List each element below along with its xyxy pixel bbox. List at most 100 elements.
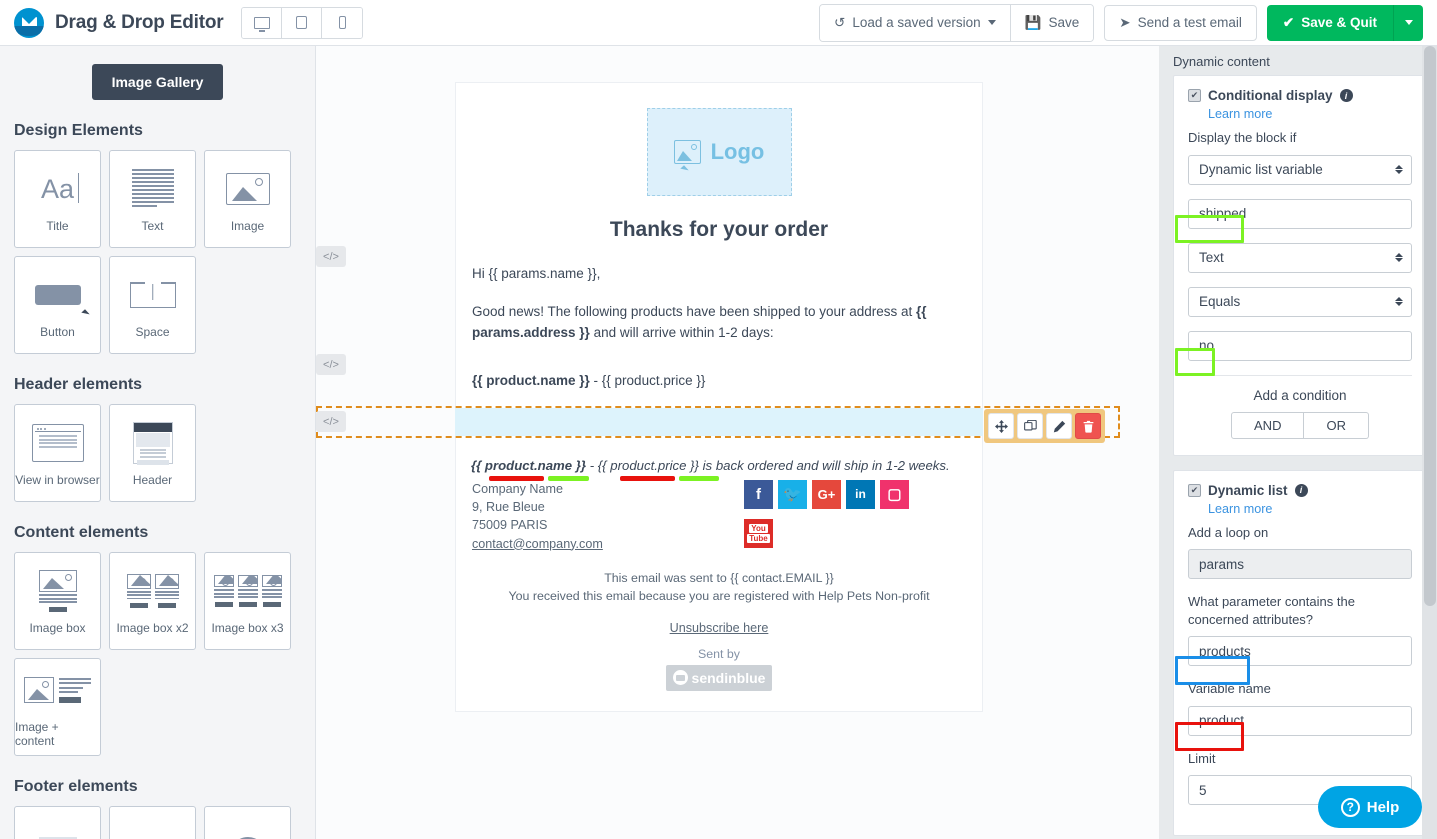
instagram-icon[interactable]: ▢: [880, 479, 909, 509]
conditional-display-row[interactable]: ✔ Conditional display i: [1188, 88, 1412, 103]
dynamic-product-name: {{ product.name }}: [471, 458, 587, 473]
parameter-input[interactable]: products: [1188, 636, 1412, 667]
logo-block[interactable]: Logo: [456, 83, 982, 214]
limit-label: Limit: [1188, 750, 1216, 766]
mobile-icon: [338, 16, 346, 29]
sendinblue-mark-icon: [672, 670, 688, 686]
email-canvas[interactable]: Logo Thanks for your order Hi {{ params.…: [316, 46, 1159, 839]
element-card-view-in-browser[interactable]: View in browser: [14, 404, 101, 502]
element-card-image-plus-content[interactable]: Image + content: [14, 658, 101, 756]
brand: Drag & Drop Editor: [14, 7, 224, 38]
element-card-copyright[interactable]: C: [204, 806, 291, 839]
footer-image-icon: [38, 831, 77, 839]
element-card-image-box-x2[interactable]: Image box x2: [109, 552, 196, 650]
right-panel-scroll-thumb[interactable]: [1424, 46, 1436, 606]
value-type-select[interactable]: Text: [1188, 242, 1412, 273]
email-intro-text-2: and will arrive within 1-2 days:: [589, 324, 774, 340]
element-label: Text: [141, 219, 164, 233]
variable-type-select[interactable]: Dynamic list variable: [1188, 154, 1412, 185]
element-card-text[interactable]: Text: [109, 150, 196, 248]
element-card-image-box-x3[interactable]: Image box x3: [204, 552, 291, 650]
linkedin-icon[interactable]: in: [846, 479, 875, 509]
edit-block-button[interactable]: [1046, 413, 1072, 439]
tablet-preview-button[interactable]: [282, 7, 323, 38]
email-heading[interactable]: Thanks for your order: [456, 214, 982, 264]
check-icon: ✔: [1282, 14, 1295, 30]
element-label: Image box: [29, 621, 86, 635]
dynamic-block-text[interactable]: {{ product.name }} - {{ product.price }}…: [471, 458, 950, 473]
elements-sidebar[interactable]: Image Gallery Design Elements Aa Title T…: [0, 46, 316, 839]
email-greeting: Hi {{ params.name }},: [472, 266, 601, 281]
email-footer-block[interactable]: Company Name 9, Rue Bleue 75009 PARIS co…: [456, 474, 982, 563]
info-icon[interactable]: i: [1294, 483, 1308, 497]
duplicate-block-button[interactable]: [1017, 413, 1043, 439]
desktop-preview-button[interactable]: [242, 7, 283, 38]
loop-variable-name-input[interactable]: product: [1188, 705, 1412, 736]
history-icon: ↺: [834, 14, 846, 30]
mobile-preview-button[interactable]: [322, 7, 363, 38]
dynamic-list-learn-more-link[interactable]: Learn more: [1208, 502, 1412, 516]
save-and-quit-button[interactable]: ✔ Save & Quit: [1266, 4, 1393, 41]
dynamic-list-label: Dynamic list: [1208, 482, 1288, 498]
pencil-icon: [1053, 420, 1065, 432]
code-button-product[interactable]: </>: [316, 354, 346, 375]
element-label: Header: [132, 473, 173, 487]
conditional-display-checkbox[interactable]: ✔: [1188, 89, 1201, 102]
element-card-image-box[interactable]: Image box: [14, 552, 101, 650]
dynamic-content-panel[interactable]: Dynamic content ✔ Conditional display i …: [1159, 46, 1437, 839]
loop-on-input: params: [1188, 549, 1412, 580]
footer-email-link[interactable]: contact@company.com: [472, 537, 603, 551]
facebook-icon[interactable]: f: [744, 479, 773, 509]
logo-placeholder[interactable]: Logo: [646, 108, 792, 196]
dynamic-list-row[interactable]: ✔ Dynamic list i: [1188, 483, 1412, 498]
email-body-block[interactable]: Hi {{ params.name }}, Good news! The fol…: [456, 264, 982, 365]
copyright-icon: C: [229, 831, 266, 839]
variable-type-value: Dynamic list variable: [1199, 162, 1323, 178]
save-button[interactable]: 💾 Save: [1009, 4, 1094, 41]
variable-name-input[interactable]: shipped: [1188, 198, 1412, 229]
dynamic-list-checkbox[interactable]: ✔: [1188, 483, 1201, 497]
element-card-button[interactable]: Button: [14, 256, 101, 354]
and-button[interactable]: AND: [1231, 411, 1305, 439]
help-button[interactable]: ? Help: [1318, 786, 1422, 828]
sendinblue-logo-icon: [14, 7, 44, 38]
top-actions: ↺ Load a saved version 💾 Save ➤ Send a t…: [819, 3, 1423, 42]
load-saved-version-label: Load a saved version: [852, 15, 981, 30]
annotation-underline-green-1: [548, 476, 589, 481]
right-panel-scrollbar[interactable]: [1422, 46, 1437, 839]
save-and-quit-label: Save & Quit: [1301, 15, 1377, 30]
send-test-email-button[interactable]: ➤ Send a test email: [1104, 4, 1257, 41]
product-name-variable: {{ product.name }}: [472, 372, 590, 388]
parameter-question-label: What parameter contains the concerned at…: [1188, 594, 1355, 627]
chevron-down-icon: [987, 20, 996, 25]
operator-select[interactable]: Equals: [1188, 286, 1412, 317]
save-quit-group: ✔ Save & Quit: [1266, 4, 1423, 41]
google-plus-icon[interactable]: G+: [812, 479, 841, 509]
element-label: Image: [230, 219, 265, 233]
element-card-image[interactable]: Image: [204, 150, 291, 248]
youtube-icon[interactable]: You Tube: [744, 518, 773, 548]
twitter-icon[interactable]: 🐦: [778, 479, 807, 509]
condition-value-input[interactable]: no: [1188, 330, 1412, 361]
conditional-learn-more-link[interactable]: Learn more: [1208, 107, 1412, 121]
info-icon[interactable]: i: [1339, 89, 1353, 102]
load-saved-version-button[interactable]: ↺ Load a saved version: [820, 4, 1010, 41]
sendinblue-badge: sendinblue: [666, 664, 772, 691]
unsubscribe-link[interactable]: Unsubscribe here: [670, 621, 769, 635]
element-card-footer-image[interactable]: [14, 806, 101, 839]
element-card-title[interactable]: Aa Title: [14, 150, 101, 248]
element-card-space[interactable]: Space: [109, 256, 196, 354]
block-toolbar: [984, 409, 1105, 443]
element-card-social-icons[interactable]: f t G in o p: [109, 806, 196, 839]
element-card-header[interactable]: Header: [109, 404, 196, 502]
code-button-dynamic[interactable]: </>: [316, 411, 346, 432]
loop-variable-name-value: product: [1199, 713, 1245, 729]
or-button[interactable]: OR: [1304, 411, 1369, 439]
content-elements-grid: Image box Image box x2 Image box x3 Imag…: [14, 552, 301, 756]
save-and-quit-dropdown-button[interactable]: [1393, 4, 1423, 41]
image-gallery-button[interactable]: Image Gallery: [91, 64, 224, 100]
spinner-icon: [1395, 165, 1403, 175]
code-button-heading[interactable]: </>: [316, 246, 346, 267]
delete-block-button[interactable]: [1075, 413, 1101, 439]
move-block-button[interactable]: [988, 413, 1014, 439]
